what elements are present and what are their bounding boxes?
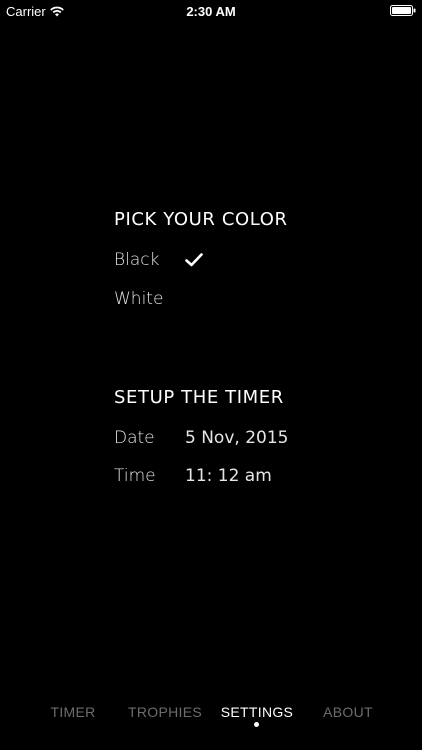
tab-bar: TIMER TROPHIES SETTINGS ABOUT bbox=[0, 700, 422, 730]
tab-settings[interactable]: SETTINGS bbox=[218, 704, 296, 720]
tab-trophies[interactable]: TROPHIES bbox=[126, 704, 204, 720]
color-option-white[interactable]: White bbox=[114, 289, 163, 309]
status-time: 2:30 AM bbox=[186, 4, 236, 19]
tab-timer[interactable]: TIMER bbox=[44, 704, 102, 720]
date-value[interactable]: 5 Nov, 2015 bbox=[185, 428, 288, 448]
tab-about[interactable]: ABOUT bbox=[316, 704, 380, 720]
battery-icon bbox=[390, 5, 416, 16]
date-label: Date bbox=[114, 428, 155, 448]
color-option-black[interactable]: Black bbox=[114, 250, 159, 270]
time-label: Time bbox=[114, 466, 156, 486]
color-section-heading: PICK YOUR COLOR bbox=[114, 209, 288, 230]
time-value[interactable]: 11: 12 am bbox=[185, 466, 272, 486]
active-tab-indicator bbox=[254, 722, 259, 727]
status-bar: Carrier 2:30 AM bbox=[0, 0, 422, 22]
timer-section-heading: SETUP THE TIMER bbox=[114, 387, 284, 408]
checkmark-icon bbox=[185, 253, 203, 267]
